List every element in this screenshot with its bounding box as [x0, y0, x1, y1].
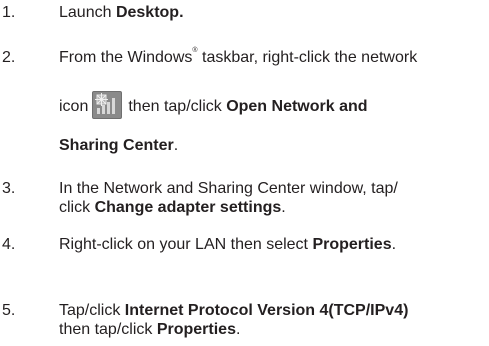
step-emphasis: Open Network and	[226, 98, 368, 116]
step-number: 5.	[2, 302, 16, 319]
step-emphasis: Properties	[312, 236, 392, 253]
step-emphasis: Change adapter settings	[94, 199, 282, 216]
step-number: 1.	[2, 4, 16, 21]
registered-mark: ®	[192, 47, 198, 54]
step-text-line-3: Sharing Center.	[59, 137, 179, 154]
step-number: 2.	[2, 49, 16, 66]
step-text-line-2: icon then tap/click Open Network and	[59, 91, 368, 121]
step-emphasis: Sharing Center	[59, 137, 174, 154]
step-text-line-1: From the Windows® taskbar, right-click t…	[59, 47, 418, 66]
step-text-line-2: then tap/click Properties.	[59, 321, 241, 338]
step-text-line-2: click Change adapter settings.	[59, 199, 286, 216]
step-number: 4.	[2, 236, 16, 253]
step-number: 3.	[2, 180, 16, 197]
step-text: Right-click on your LAN then select Prop…	[59, 236, 397, 253]
network-signal-icon	[92, 91, 123, 119]
step-emphasis: Desktop.	[115, 4, 184, 21]
step-emphasis: Internet Protocol Version 4(TCP/IPv4)	[124, 302, 409, 319]
step-text-line-1: Tap/click Internet Protocol Version 4(TC…	[59, 302, 409, 319]
step-text: Launch Desktop.	[59, 4, 184, 21]
step-text-line-1: In the Network and Sharing Center window…	[59, 180, 398, 197]
step-emphasis: Properties	[156, 321, 236, 338]
